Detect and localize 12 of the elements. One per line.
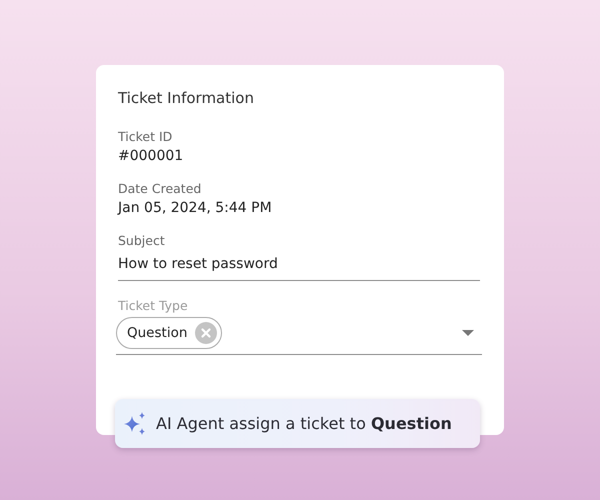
- notification-text: AI Agent assign a ticket to Question: [156, 414, 452, 433]
- dropdown-caret-icon[interactable]: [462, 330, 474, 336]
- card-title: Ticket Information: [118, 89, 255, 107]
- field-value: Jan 05, 2024, 5:44 PM: [118, 200, 273, 216]
- field-label: Ticket ID: [118, 129, 174, 144]
- ticket-type-select[interactable]: Question: [116, 317, 482, 355]
- field-label: Date Created: [118, 181, 202, 196]
- field-label: Subject: [118, 233, 166, 248]
- subject-field[interactable]: How to reset password: [118, 252, 480, 281]
- field-value: #000001: [118, 148, 184, 164]
- field-label: Ticket Type: [118, 298, 189, 313]
- tag-chip[interactable]: Question: [116, 317, 222, 349]
